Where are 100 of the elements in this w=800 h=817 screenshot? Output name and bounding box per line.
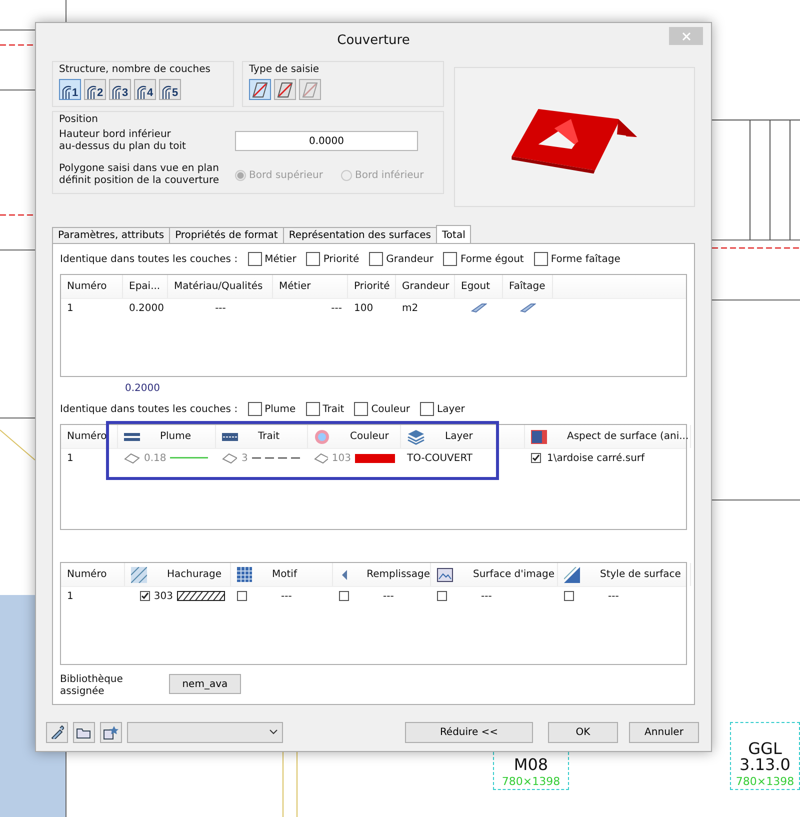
line-type-value: 3 (241, 452, 248, 464)
checkbox[interactable] (339, 591, 349, 601)
checkbox[interactable] (306, 252, 320, 266)
checkbox[interactable] (248, 252, 262, 266)
favorite-button[interactable] (100, 722, 122, 742)
checkbox[interactable] (443, 252, 458, 266)
dialog-button[interactable]: OK (548, 722, 618, 742)
label-text: 3.13.0 (740, 757, 790, 773)
pen-value: 0.18 (144, 452, 166, 464)
size-text: 780×1398 (502, 776, 560, 787)
checkbox-label: Forme égout (460, 254, 524, 264)
color-wheel-icon (314, 428, 330, 444)
open-folder-button[interactable] (73, 722, 95, 742)
column-header[interactable]: Couleur (308, 425, 401, 448)
group-label: Position (59, 114, 99, 125)
column-header[interactable]: Trait (216, 425, 308, 448)
table-cell: 1 (67, 590, 74, 602)
table-cell: m2 (402, 302, 418, 314)
table-cell: --- (383, 590, 394, 602)
table-cell: 0.2000 (129, 302, 164, 314)
column-header[interactable]: Style de surface (558, 563, 691, 586)
line-type-sample (252, 456, 302, 460)
edge-shape-icon[interactable] (471, 303, 487, 313)
field-label: Hauteur bord inférieur au-dessus du plan du toit (59, 129, 187, 153)
checkbox[interactable] (237, 591, 247, 601)
layer-count-button[interactable]: 3 (109, 79, 131, 100)
checkbox-label: Priorité (323, 254, 360, 264)
column-header[interactable]: Aspect de surface (ani... (525, 425, 691, 448)
dialog-button[interactable]: Réduire << (405, 722, 533, 742)
checkbox[interactable] (140, 591, 150, 601)
edge-shape-icon[interactable] (520, 303, 536, 313)
pen-line-sample (170, 456, 208, 460)
column-header[interactable]: Plume (118, 425, 216, 448)
layer-count-button[interactable]: 4 (134, 79, 156, 100)
column-header[interactable]: Priorité (348, 275, 396, 298)
column-header[interactable]: Grandeur (396, 275, 455, 298)
column-header[interactable]: Numéro (61, 425, 118, 448)
window-title: Couverture (337, 32, 410, 48)
size-text: 780×1398 (736, 776, 794, 787)
checkbox[interactable] (354, 402, 368, 416)
field-label: Bibliothèque assignée (60, 674, 123, 698)
table-cell: --- (281, 590, 292, 602)
checkbox-label: Grandeur (386, 254, 434, 264)
library-button[interactable]: nem_ava (168, 674, 241, 694)
entry-type-button[interactable] (249, 79, 271, 100)
checkbox[interactable] (248, 402, 262, 416)
column-header[interactable]: Matériau/Qualités (168, 275, 273, 298)
pen-thickness-icon (124, 432, 140, 442)
layer-count-button[interactable]: 1 (59, 79, 81, 100)
checkbox[interactable] (437, 591, 447, 601)
column-header[interactable]: Epai... (123, 275, 168, 298)
checkbox-label: Forme faîtage (550, 254, 620, 264)
column-header[interactable]: Métier (273, 275, 348, 298)
color-value: 103 (332, 452, 351, 464)
checkbox[interactable] (306, 402, 320, 416)
checkbox[interactable] (420, 402, 434, 416)
column-header[interactable]: Motif (231, 563, 333, 586)
hatched-surface-icon (564, 566, 580, 582)
layer-count-button[interactable]: 5 (159, 79, 181, 100)
table-cell: --- (215, 302, 226, 314)
image-icon (437, 568, 453, 582)
table-cell: 1\ardoise carré.surf (547, 452, 645, 464)
column-header[interactable]: Faîtage (503, 275, 553, 298)
table-cell: --- (608, 590, 619, 602)
checkbox[interactable] (531, 453, 541, 463)
checkbox-label: Couleur (371, 404, 410, 414)
column-header[interactable]: Numéro (61, 563, 125, 586)
table-cell: 1 (67, 302, 74, 314)
column-header[interactable]: Surface d'image (431, 563, 558, 586)
tab[interactable]: Total (436, 225, 472, 244)
group-label: Structure, nombre de couches (59, 64, 212, 75)
tab[interactable]: Paramètres, attributs (52, 227, 170, 244)
table-cell: 303 (154, 590, 173, 602)
column-header[interactable]: Hachurage (125, 563, 231, 586)
table-cell: 1 (67, 452, 74, 464)
close-icon (682, 32, 690, 40)
table-cell: --- (331, 302, 342, 314)
field-label: Polygone saisi dans vue en plan définit position de la couverture (59, 163, 220, 187)
column-header[interactable]: Egout (455, 275, 503, 298)
layer-count-button[interactable]: 2 (84, 79, 106, 100)
column-header[interactable]: Numéro (61, 275, 123, 298)
label-text: GGL (748, 741, 782, 757)
column-header[interactable]: Layer (401, 425, 525, 448)
hatch-icon (131, 566, 147, 582)
total-value: 0.2000 (125, 383, 161, 394)
column-header[interactable]: Remplissage (333, 563, 431, 586)
checkbox-label: Métier (264, 254, 296, 264)
checkbox[interactable] (534, 252, 548, 266)
options-label: Identique dans toutes les couches : (60, 254, 238, 264)
table-cell: TO-COUVERT (407, 452, 473, 464)
checkbox[interactable] (564, 591, 574, 601)
checkbox[interactable] (369, 252, 384, 266)
group-label: Type de saisie (249, 64, 320, 75)
label-text: M08 (514, 757, 548, 773)
eyedropper-button[interactable] (46, 722, 68, 742)
checkbox-label: Layer (437, 404, 465, 414)
entry-type-button[interactable] (274, 79, 296, 100)
table-cell: --- (481, 590, 492, 602)
dialog-button[interactable]: Annuler (629, 722, 699, 742)
pattern-grid-icon (237, 567, 252, 582)
